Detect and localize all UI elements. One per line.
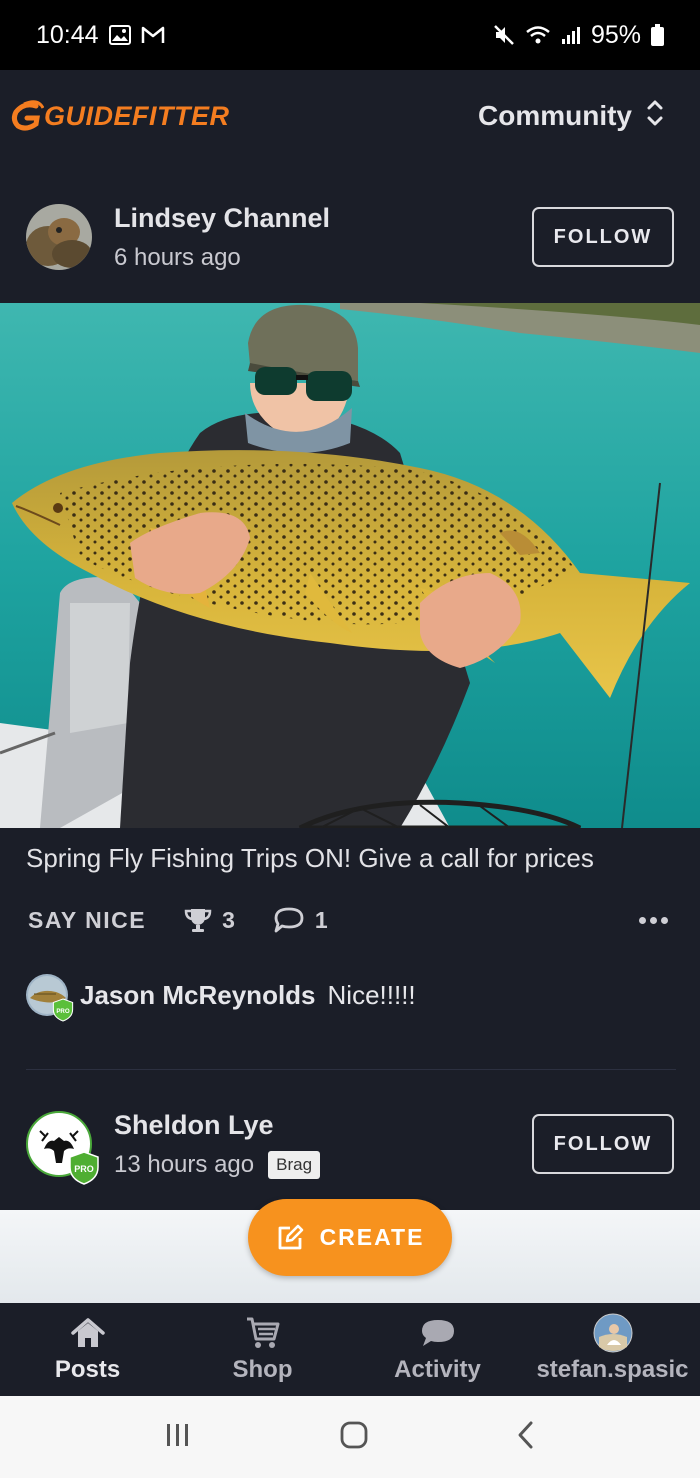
- more-options-icon[interactable]: [639, 916, 668, 924]
- follow-button[interactable]: FOLLOW: [532, 1114, 674, 1174]
- app-header: GUIDEFITTER Community: [0, 70, 700, 162]
- nav-item-posts[interactable]: Posts: [0, 1303, 175, 1396]
- trophy-icon: [184, 909, 212, 932]
- post-actions: SAY NICE 3 1: [28, 900, 668, 940]
- post-timestamp: 6 hours ago: [114, 243, 241, 271]
- mute-icon: [493, 24, 515, 46]
- status-time: 10:44: [36, 20, 99, 49]
- profile-avatar: [593, 1313, 633, 1352]
- post-tag-badge[interactable]: Brag: [268, 1150, 321, 1179]
- comment-button[interactable]: 1: [273, 906, 328, 934]
- comment-icon: [274, 907, 304, 933]
- nav-label: Activity: [394, 1355, 481, 1383]
- post-timestamp: 13 hours ago: [114, 1150, 255, 1178]
- post-divider: [26, 1069, 676, 1070]
- say-nice-button[interactable]: SAY NICE: [28, 907, 146, 934]
- battery-icon: [651, 24, 664, 46]
- post-author-name[interactable]: Sheldon Lye: [114, 1110, 320, 1141]
- nav-item-shop[interactable]: Shop: [175, 1303, 350, 1396]
- comment-author[interactable]: Jason McReynolds: [80, 980, 316, 1011]
- battery-percent: 95%: [590, 20, 641, 49]
- logo-mark-icon: [11, 100, 44, 131]
- post-author-name[interactable]: Lindsey Channel: [114, 203, 330, 234]
- comment-count: 1: [314, 906, 328, 933]
- community-label: Community: [478, 100, 632, 131]
- post-header: Lindsey Channel 6 hours ago FOLLOW: [0, 177, 700, 297]
- chevron-up-down-icon: [646, 97, 664, 136]
- nav-label: Posts: [54, 1355, 121, 1383]
- post-photo[interactable]: [0, 303, 700, 828]
- pro-badge-icon: PRO: [69, 1151, 99, 1185]
- post-caption: Spring Fly Fishing Trips ON! Give a call…: [26, 843, 594, 873]
- svg-text:PRO: PRO: [56, 1008, 70, 1015]
- logo-text: GUIDEFITTER: [44, 100, 230, 131]
- guidefitter-logo[interactable]: GUIDEFITTER: [10, 100, 230, 132]
- nav-item-profile[interactable]: stefan.spasic: [525, 1303, 700, 1396]
- gmail-icon: [141, 25, 165, 45]
- nav-item-activity[interactable]: Activity: [350, 1303, 525, 1396]
- comment-item: PRO Jason McReynolds Nice!!!!!: [26, 974, 416, 1022]
- community-selector[interactable]: Community: [478, 97, 664, 136]
- edit-icon: [278, 1224, 303, 1249]
- status-bar: 10:44 95%: [0, 0, 700, 70]
- trophy-button[interactable]: 3: [184, 906, 235, 934]
- gallery-icon: [108, 25, 131, 45]
- system-nav-bar: [0, 1396, 700, 1478]
- wifi-icon: [525, 25, 551, 45]
- home-icon: [70, 1316, 106, 1350]
- nav-label: Shop: [232, 1355, 293, 1383]
- follow-button[interactable]: FOLLOW: [532, 207, 674, 267]
- post-header: PRO Sheldon Lye 13 hours ago Brag FOLLOW: [0, 1084, 700, 1204]
- nav-label: stefan.spasic: [536, 1355, 689, 1383]
- comment-text: Nice!!!!!: [327, 979, 416, 1010]
- svg-text:PRO: PRO: [74, 1164, 94, 1174]
- recent-apps-icon[interactable]: [164, 1422, 192, 1453]
- avatar[interactable]: PRO: [26, 1111, 99, 1185]
- signal-icon: [561, 25, 581, 45]
- chat-bubble-icon: [420, 1316, 456, 1350]
- bottom-nav: Posts Shop Activity stefan.spasic: [0, 1303, 700, 1396]
- home-button-icon[interactable]: [339, 1420, 369, 1455]
- cart-icon: [245, 1316, 281, 1350]
- back-icon[interactable]: [516, 1420, 536, 1455]
- create-label: CREATE: [319, 1224, 425, 1250]
- avatar[interactable]: PRO: [26, 974, 74, 1022]
- create-button[interactable]: CREATE: [248, 1199, 452, 1276]
- trophy-count: 3: [222, 906, 235, 933]
- avatar[interactable]: [26, 204, 92, 270]
- pro-badge-icon: PRO: [52, 998, 74, 1022]
